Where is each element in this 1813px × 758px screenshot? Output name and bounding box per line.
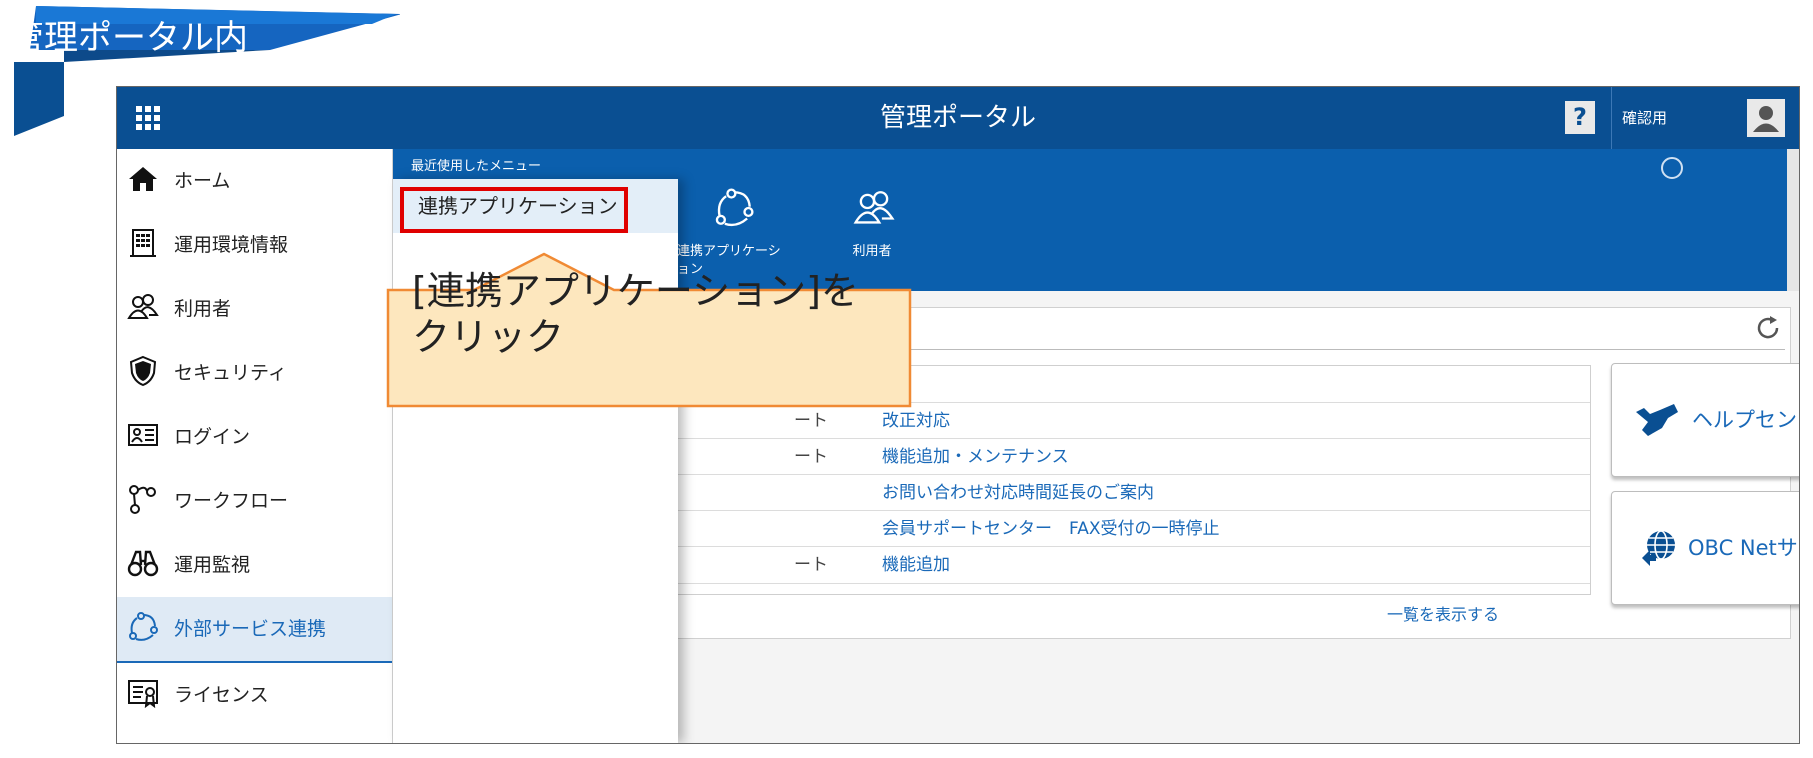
- click-highlight-box: [400, 187, 628, 233]
- sidebar-item-label: 運用監視: [174, 554, 251, 576]
- sidebar-item-home[interactable]: ホーム: [117, 149, 392, 213]
- sidebar-item-security[interactable]: セキュリティ: [117, 341, 392, 405]
- refresh-icon[interactable]: [1753, 313, 1783, 343]
- avatar-icon[interactable]: [1747, 99, 1785, 137]
- globe-icon: [1642, 530, 1675, 566]
- sidebar-item-label: ワークフロー: [174, 490, 289, 512]
- news-title[interactable]: 機能追加: [882, 547, 950, 583]
- news-category: ート: [794, 555, 828, 575]
- link-apps-icon: [129, 612, 158, 641]
- users-icon: [127, 294, 159, 319]
- sidebar-item-license[interactable]: ライセンス: [117, 663, 392, 727]
- callout-line: クリック: [412, 315, 565, 359]
- band-scroll-arrow[interactable]: [1787, 149, 1799, 291]
- app-grid-icon[interactable]: [131, 101, 165, 135]
- users-icon: [853, 191, 895, 224]
- help-center-button[interactable]: ヘルプセンター: [1611, 363, 1799, 477]
- news-title[interactable]: お問い合わせ対応時間延長のご案内: [882, 475, 1154, 511]
- sidebar-item-label: セキュリティ: [174, 362, 287, 384]
- sidebar-item-users[interactable]: 利用者: [117, 277, 392, 341]
- sidebar-item-monitoring[interactable]: 運用監視: [117, 533, 392, 597]
- sidebar-item-label: ホーム: [174, 170, 231, 192]
- building-icon: [130, 229, 156, 257]
- link-apps-icon: [715, 188, 754, 227]
- sidebar-item-label: ライセンス: [174, 684, 269, 706]
- sidebar-item-label: 外部サービス連携: [174, 618, 327, 640]
- show-all-link[interactable]: 一覧を表示する: [1387, 601, 1499, 625]
- sidebar-item-label: 利用者: [174, 298, 232, 320]
- obc-net-label: OBC Netサービス: [1688, 536, 1799, 560]
- sidebar-item-workflow[interactable]: ワークフロー: [117, 469, 392, 533]
- app-window: 管理ポータル ? 確認用 ホーム 運用環境情報 利用者 セキュリティ ログイン …: [116, 86, 1800, 744]
- sidebar-item-label: 運用環境情報: [174, 234, 289, 256]
- banner-title: 管理ポータル内: [10, 18, 248, 58]
- help-button[interactable]: ?: [1565, 101, 1595, 134]
- news-title[interactable]: 会員サポートセンター FAX受付の一時停止: [882, 511, 1220, 547]
- home-icon: [129, 167, 157, 191]
- license-icon: [128, 680, 158, 709]
- recent-menu-label: 最近使用したメニュー: [411, 159, 542, 174]
- id-card-icon: [128, 424, 158, 446]
- workflow-icon: [129, 485, 156, 514]
- user-name: 確認用: [1611, 87, 1732, 149]
- shield-icon: [129, 355, 157, 387]
- news-category: ート: [794, 447, 828, 467]
- news-title[interactable]: 機能追加・メンテナンス: [882, 439, 1069, 475]
- sidebar: ホーム 運用環境情報 利用者 セキュリティ ログイン ワークフロー 運用監視 外…: [117, 149, 393, 743]
- obc-net-button[interactable]: OBC Netサービス: [1611, 491, 1799, 605]
- sidebar-item-environment[interactable]: 運用環境情報: [117, 213, 392, 277]
- sidebar-item-external-services[interactable]: 外部サービス連携: [117, 597, 392, 663]
- portal-title: 管理ポータル: [879, 103, 1036, 133]
- help-center-icon: [1636, 404, 1678, 436]
- sidebar-item-label: ログイン: [174, 426, 251, 448]
- sidebar-item-login[interactable]: ログイン: [117, 405, 392, 469]
- callout-text: [連携アプリケーション]を クリック: [412, 268, 882, 360]
- top-bar: 管理ポータル ? 確認用: [117, 87, 1799, 149]
- callout-line: [連携アプリケーション]を: [412, 269, 859, 313]
- page-indicator[interactable]: [1661, 157, 1683, 179]
- binoculars-icon: [127, 550, 159, 577]
- help-center-label: ヘルプセンター: [1692, 408, 1799, 432]
